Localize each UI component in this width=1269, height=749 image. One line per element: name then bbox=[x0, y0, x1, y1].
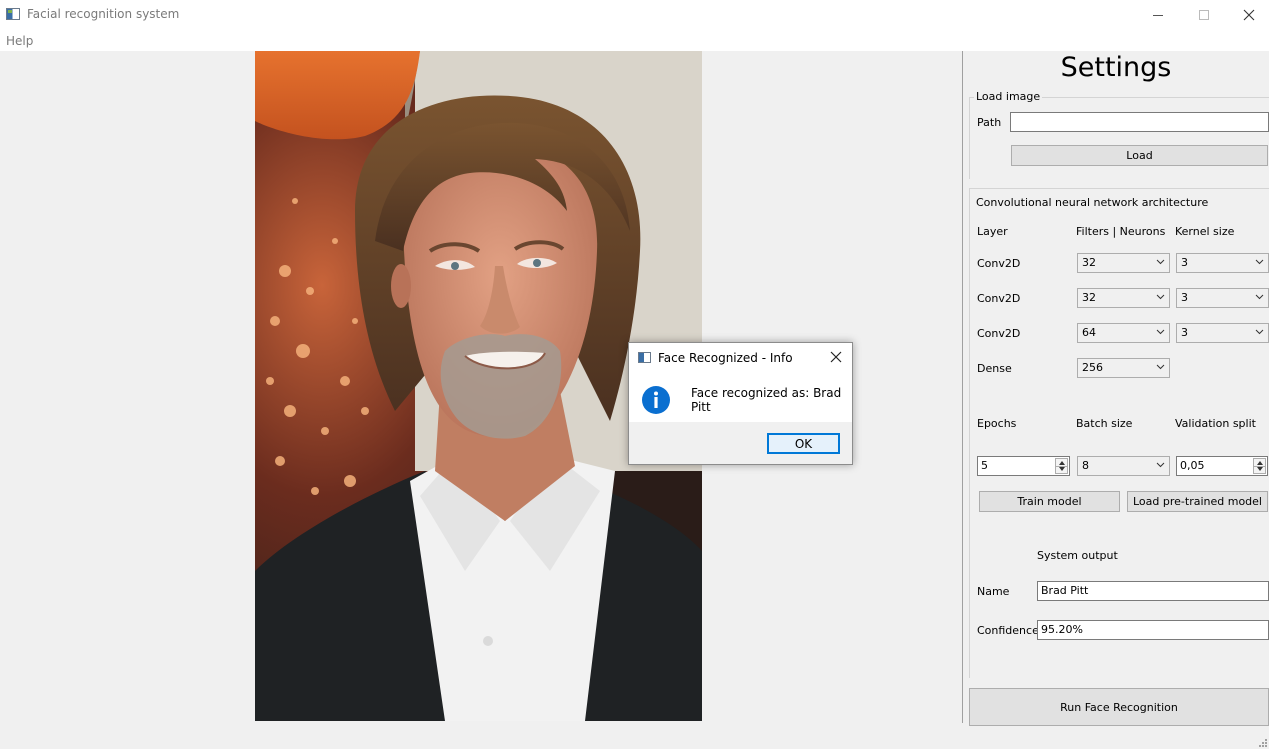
kernel-header: Kernel size bbox=[1175, 225, 1235, 238]
batch-size-value: 8 bbox=[1082, 459, 1089, 472]
panel-divider bbox=[962, 51, 963, 723]
chevron-down-icon bbox=[1156, 294, 1165, 300]
confidence-output-field[interactable]: 95.20% bbox=[1037, 620, 1269, 640]
layer-header: Layer bbox=[977, 225, 1008, 238]
layer-3-name: Conv2D bbox=[977, 327, 1021, 340]
layer-1-kernel-value: 3 bbox=[1181, 256, 1188, 269]
chevron-down-icon bbox=[1156, 462, 1165, 468]
window-title: Facial recognition system bbox=[27, 7, 180, 21]
close-button[interactable] bbox=[1226, 0, 1269, 30]
layer-2-filters-select[interactable]: 32 bbox=[1077, 288, 1170, 308]
path-input[interactable] bbox=[1010, 112, 1269, 132]
resize-grip-icon[interactable] bbox=[1258, 738, 1268, 748]
spin-arrows[interactable] bbox=[1253, 458, 1266, 474]
batch-size-select[interactable]: 8 bbox=[1077, 456, 1170, 476]
chevron-down-icon bbox=[1255, 329, 1264, 335]
load-image-group bbox=[969, 97, 1269, 179]
load-pretrained-button[interactable]: Load pre-trained model bbox=[1127, 491, 1268, 512]
layer-4-neurons-select[interactable]: 256 bbox=[1077, 358, 1170, 378]
chevron-down-icon bbox=[1255, 259, 1264, 265]
layer-3-kernel-select[interactable]: 3 bbox=[1176, 323, 1269, 343]
ok-button[interactable]: OK bbox=[767, 433, 840, 454]
minimize-button[interactable] bbox=[1135, 0, 1181, 30]
close-icon bbox=[830, 351, 842, 363]
layer-3-filters-select[interactable]: 64 bbox=[1077, 323, 1170, 343]
layer-1-filters-value: 32 bbox=[1082, 256, 1096, 269]
validation-split-value: 0,05 bbox=[1180, 459, 1205, 472]
cnn-group-title: Convolutional neural network architectur… bbox=[974, 196, 1211, 209]
chevron-down-icon bbox=[1156, 259, 1165, 265]
spin-arrows[interactable] bbox=[1055, 458, 1068, 474]
close-icon bbox=[1243, 9, 1255, 21]
layer-3-kernel-value: 3 bbox=[1181, 326, 1188, 339]
layer-2-kernel-value: 3 bbox=[1181, 291, 1188, 304]
settings-title: Settings bbox=[1060, 52, 1172, 83]
validation-split-label: Validation split bbox=[1175, 417, 1256, 430]
layer-1-filters-select[interactable]: 32 bbox=[1077, 253, 1170, 273]
menu-bar: Help bbox=[0, 30, 1269, 51]
layer-2-kernel-select[interactable]: 3 bbox=[1176, 288, 1269, 308]
chevron-down-icon bbox=[1255, 294, 1264, 300]
app-window-icon bbox=[6, 8, 20, 20]
chevron-down-icon bbox=[1156, 364, 1165, 370]
chevron-down-icon bbox=[1156, 329, 1165, 335]
load-image-group-title: Load image bbox=[974, 90, 1043, 103]
layer-1-name: Conv2D bbox=[977, 257, 1021, 270]
batch-size-label: Batch size bbox=[1076, 417, 1133, 430]
maximize-icon bbox=[1199, 10, 1209, 20]
layer-4-neurons-value: 256 bbox=[1082, 361, 1103, 374]
minimize-icon bbox=[1153, 14, 1163, 16]
info-dialog: Face Recognized - Info Face recognized a… bbox=[628, 342, 853, 465]
title-bar: Facial recognition system bbox=[0, 0, 1269, 30]
dialog-close-button[interactable] bbox=[830, 349, 842, 367]
spin-up-icon[interactable] bbox=[1257, 461, 1263, 465]
dialog-footer: OK bbox=[629, 422, 852, 464]
epochs-spinbox[interactable]: 5 bbox=[977, 456, 1070, 476]
layer-1-kernel-select[interactable]: 3 bbox=[1176, 253, 1269, 273]
load-button[interactable]: Load bbox=[1011, 145, 1268, 166]
layer-3-filters-value: 64 bbox=[1082, 326, 1096, 339]
dialog-message: Face recognized as: Brad Pitt bbox=[691, 386, 842, 414]
dialog-app-icon bbox=[638, 352, 651, 363]
name-label: Name bbox=[977, 585, 1010, 598]
dialog-title: Face Recognized - Info bbox=[658, 351, 793, 365]
epochs-label: Epochs bbox=[977, 417, 1017, 430]
spin-down-icon[interactable] bbox=[1257, 467, 1263, 471]
layer-2-name: Conv2D bbox=[977, 292, 1021, 305]
validation-split-spinbox[interactable]: 0,05 bbox=[1176, 456, 1268, 476]
train-model-button[interactable]: Train model bbox=[979, 491, 1120, 512]
name-output-field[interactable]: Brad Pitt bbox=[1037, 581, 1269, 601]
confidence-label: Confidence bbox=[977, 624, 1039, 637]
system-output-title: System output bbox=[1037, 549, 1118, 562]
spin-down-icon[interactable] bbox=[1059, 467, 1065, 471]
layer-2-filters-value: 32 bbox=[1082, 291, 1096, 304]
epochs-value: 5 bbox=[981, 459, 988, 472]
maximize-button[interactable] bbox=[1181, 0, 1227, 30]
info-icon bbox=[642, 386, 670, 414]
menu-help[interactable]: Help bbox=[6, 34, 33, 48]
path-label: Path bbox=[977, 116, 1002, 129]
spin-up-icon[interactable] bbox=[1059, 461, 1065, 465]
filters-header: Filters | Neurons bbox=[1076, 225, 1166, 238]
layer-4-name: Dense bbox=[977, 362, 1012, 375]
run-face-recognition-button[interactable]: Run Face Recognition bbox=[969, 688, 1269, 726]
